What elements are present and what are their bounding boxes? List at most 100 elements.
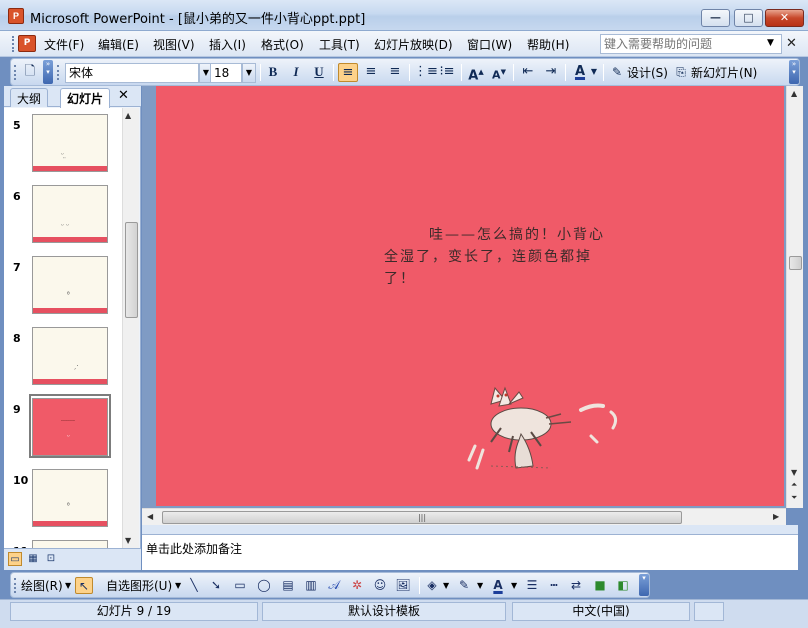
3d-style-icon[interactable]: ◧ <box>614 577 632 594</box>
help-search-input[interactable] <box>604 37 764 51</box>
oval-tool-icon[interactable]: ◯ <box>255 577 273 594</box>
vertical-scroll-thumb[interactable] <box>789 256 802 270</box>
tab-slides[interactable]: 幻灯片 <box>60 88 111 108</box>
italic-button[interactable]: I <box>286 63 306 82</box>
rectangle-tool-icon[interactable]: ▭ <box>231 577 249 594</box>
line-color-icon[interactable]: ✎ <box>455 577 473 594</box>
new-slide-button[interactable]: 新幻灯片(N) <box>691 64 757 81</box>
vertical-text-box-icon[interactable]: ▥ <box>302 577 320 594</box>
menu-format[interactable]: 格式(O) <box>261 36 304 53</box>
line-color-dropdown-icon[interactable]: ▼ <box>477 581 483 590</box>
wordart-icon[interactable]: 𝒜 <box>325 577 343 594</box>
bold-button[interactable]: B <box>263 63 283 82</box>
normal-view-icon[interactable]: ▭ <box>8 552 22 566</box>
slide-horizontal-scrollbar[interactable]: ◀ ||| ▶ <box>142 508 786 525</box>
help-dropdown-icon[interactable]: ▼ <box>767 38 774 48</box>
font-color-draw-dropdown-icon[interactable]: ▼ <box>511 581 517 590</box>
slide-sorter-view-icon[interactable]: ▦ <box>26 552 40 566</box>
menu-file[interactable]: 文件(F) <box>44 36 84 53</box>
document-close-icon[interactable]: ✕ <box>786 36 797 51</box>
menu-help[interactable]: 帮助(H) <box>527 36 569 53</box>
notes-splitter[interactable] <box>142 525 798 534</box>
close-button[interactable]: ✕ <box>765 9 804 27</box>
powerpoint-app-icon[interactable]: P <box>8 8 24 24</box>
scroll-right-icon[interactable]: ▶ <box>773 512 779 521</box>
menu-view[interactable]: 视图(V) <box>153 36 195 53</box>
autoshapes-button[interactable]: 自选图形(U) <box>106 577 172 594</box>
minimize-button[interactable]: — <box>701 9 730 27</box>
arrow-tool-icon[interactable]: ➘ <box>207 577 225 594</box>
toolbar-grip[interactable] <box>14 65 17 80</box>
bullet-list-icon[interactable]: ⁝≡ <box>437 63 457 82</box>
increase-indent-icon[interactable]: ⇥ <box>541 63 561 82</box>
draw-menu-button[interactable]: 绘图(R) <box>21 577 63 594</box>
menu-tools[interactable]: 工具(T) <box>319 36 360 53</box>
slide-text-box[interactable]: 哇——怎么搞的！小背心 全湿了，变长了，连颜色都掉 了！ <box>384 224 684 290</box>
font-color-dropdown-icon[interactable]: ▼ <box>589 63 599 82</box>
decrease-indent-icon[interactable]: ⇤ <box>518 63 538 82</box>
draw-dropdown-icon[interactable]: ▼ <box>65 581 71 590</box>
toolbar-options-chevron[interactable]: » ▾ <box>43 60 53 84</box>
thumbnail-scrollbar[interactable]: ▲ ▼ <box>122 108 139 548</box>
tab-outline[interactable]: 大纲 <box>10 88 49 107</box>
slideshow-view-icon[interactable]: ⊡ <box>44 552 58 566</box>
slide-vertical-scrollbar[interactable]: ▲ ▼ ⏶ ⏷ <box>786 86 803 508</box>
decrease-font-icon[interactable]: A▼ <box>489 63 509 82</box>
scroll-up-icon[interactable]: ▲ <box>791 89 797 98</box>
pane-close-icon[interactable]: ✕ <box>118 88 129 103</box>
slide-thumbnail-6[interactable]: ᵕ ᵕ <box>32 185 108 243</box>
toolbar-grip[interactable] <box>14 578 17 593</box>
menu-slideshow[interactable]: 幻灯片放映(D) <box>374 36 453 53</box>
menu-grip[interactable] <box>12 36 15 52</box>
autoshapes-dropdown-icon[interactable]: ▼ <box>175 581 181 590</box>
slide-thumbnail-5[interactable]: ᵕ ̤ <box>32 114 108 172</box>
slide-canvas[interactable]: 哇——怎么搞的！小背心 全湿了，变长了，连颜色都掉 了！ <box>156 86 784 506</box>
horizontal-scroll-thumb[interactable]: ||| <box>162 511 682 524</box>
slide-thumbnail-10[interactable]: ᶿ <box>32 469 108 527</box>
scroll-left-icon[interactable]: ◀ <box>147 512 153 521</box>
align-right-icon[interactable]: ≡ <box>385 63 405 82</box>
diagram-icon[interactable]: ✲ <box>348 577 366 594</box>
slide-thumbnail-11[interactable] <box>32 540 108 548</box>
next-slide-icon[interactable]: ⏷ <box>791 493 797 503</box>
toolbar-options-chevron-2[interactable]: » ▾ <box>789 60 799 84</box>
notes-placeholder[interactable]: 单击此处添加备注 <box>146 540 242 557</box>
toolbar-grip-2[interactable] <box>57 65 60 80</box>
slide-thumbnail-7[interactable]: ᶿ <box>32 256 108 314</box>
text-box-icon[interactable]: ▤ <box>279 577 297 594</box>
shadow-style-icon[interactable]: ■ <box>591 577 609 594</box>
increase-font-icon[interactable]: A▲ <box>466 63 486 83</box>
arrow-style-icon[interactable]: ⇄ <box>567 577 585 594</box>
design-button[interactable]: 设计(S) <box>627 64 668 81</box>
line-style-icon[interactable]: ☰ <box>523 577 541 594</box>
help-search-box[interactable] <box>600 34 782 54</box>
align-left-icon[interactable]: ≡ <box>338 63 358 82</box>
scroll-up-icon[interactable]: ▲ <box>125 111 131 120</box>
slide-thumbnail-8[interactable]: ˏ· <box>32 327 108 385</box>
drawing-toolbar-options-chevron[interactable]: ▾ <box>639 574 649 596</box>
font-color-draw-icon[interactable]: A <box>489 577 507 594</box>
menu-edit[interactable]: 编辑(E) <box>98 36 139 53</box>
notes-pane[interactable]: 单击此处添加备注 <box>142 534 798 570</box>
thumbnail-scroll-thumb[interactable] <box>125 222 138 318</box>
align-center-icon[interactable]: ≡ <box>361 63 381 82</box>
fill-color-icon[interactable]: ◈ <box>423 577 441 594</box>
maximize-button[interactable]: □ <box>734 9 763 27</box>
font-size-box[interactable]: 18 <box>210 63 242 83</box>
line-tool-icon[interactable]: ╲ <box>185 577 203 594</box>
select-objects-cursor-icon[interactable]: ↖ <box>75 577 93 594</box>
new-document-icon[interactable]: 🗋 <box>20 63 40 82</box>
underline-button[interactable]: U <box>309 63 329 82</box>
font-size-dropdown-icon[interactable]: ▼ <box>242 63 256 83</box>
fill-color-dropdown-icon[interactable]: ▼ <box>443 581 449 590</box>
scroll-down-icon[interactable]: ▼ <box>125 536 131 545</box>
font-color-icon[interactable]: A <box>570 63 590 82</box>
menu-insert[interactable]: 插入(I) <box>209 36 246 53</box>
dash-style-icon[interactable]: ┅ <box>545 577 563 594</box>
menu-window[interactable]: 窗口(W) <box>467 36 512 53</box>
document-icon[interactable]: P <box>18 35 36 52</box>
insert-picture-icon[interactable]: 🖼 <box>394 577 412 594</box>
font-name-box[interactable]: 宋体 <box>65 63 199 83</box>
previous-slide-icon[interactable]: ⏶ <box>791 480 797 490</box>
slide-thumbnail-9[interactable]: ﹏﹏ ᵕ <box>32 398 108 456</box>
